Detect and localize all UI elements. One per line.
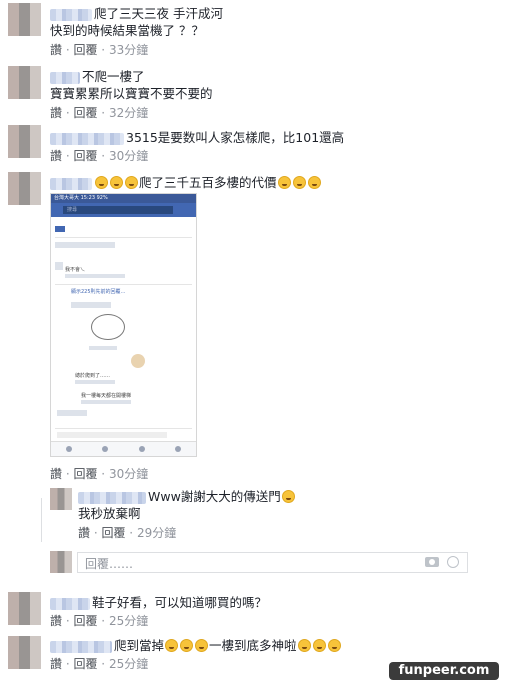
reply-link[interactable]: 回覆	[101, 526, 125, 540]
comment-meta: 讚 · 回覆 · 32分鐘	[50, 106, 149, 120]
blurred-name[interactable]	[50, 177, 92, 190]
watermark: funpeer.com	[389, 662, 499, 680]
blurred-name[interactable]	[50, 640, 112, 653]
avatar[interactable]	[8, 592, 41, 625]
photo-text: 顯示225則先前的回覆…	[71, 289, 126, 295]
avatar[interactable]	[8, 125, 41, 158]
comment-text-2: 寶寶累累所以寶寶不要不要的	[50, 86, 213, 101]
phone-tab-bar	[51, 441, 196, 456]
phone-nav-bar: 搜尋	[51, 203, 196, 217]
timestamp[interactable]: 25分鐘	[109, 614, 148, 628]
timestamp[interactable]: 33分鐘	[109, 43, 148, 57]
laughing-emoji-icon	[277, 176, 291, 189]
blurred-name[interactable]	[50, 71, 80, 84]
photo-blur	[71, 302, 111, 308]
photo-meta	[75, 380, 115, 384]
comment-meta: 讚 · 回覆 · 25分鐘	[50, 614, 149, 628]
crying-emoji-icon	[125, 176, 138, 189]
avatar[interactable]	[8, 66, 41, 99]
crying-emoji-icon	[110, 176, 123, 189]
laughing-emoji-icon	[307, 176, 321, 189]
blurred-name[interactable]	[78, 491, 146, 504]
laughing-emoji-icon	[281, 490, 295, 503]
laughing-emoji-icon	[297, 639, 311, 652]
comment-text: 不爬一樓了	[50, 68, 145, 85]
photo-meta	[89, 346, 117, 350]
phone-search: 搜尋	[63, 206, 173, 214]
reply-link[interactable]: 回覆	[73, 467, 97, 481]
smiley-icon[interactable]	[447, 556, 459, 568]
photo-meta	[65, 274, 125, 278]
timestamp[interactable]: 32分鐘	[109, 106, 148, 120]
comment-meta: 讚 · 回覆 · 25分鐘	[50, 657, 149, 671]
like-link[interactable]: 讚	[50, 106, 62, 120]
like-link[interactable]: 讚	[50, 614, 62, 628]
photo-meta	[81, 400, 131, 404]
phone-status-bar: 台灣大哥大 15:23 92%	[51, 194, 196, 203]
sticker	[131, 354, 145, 368]
reply-input[interactable]: 回覆……	[77, 552, 468, 573]
like-link[interactable]: 讚	[78, 526, 90, 540]
timestamp[interactable]: 29分鐘	[137, 526, 176, 540]
attached-photo[interactable]: 台灣大哥大 15:23 92% 搜尋 我不會乀 顯示225則先前的回覆… 總於爬…	[50, 193, 197, 457]
comment-meta: 讚 · 回覆 · 30分鐘	[50, 149, 149, 163]
avatar[interactable]	[8, 3, 41, 36]
reaction-row	[55, 242, 115, 248]
reply-link[interactable]: 回覆	[73, 43, 97, 57]
photo-text: 我一樓每天都在開樓梯	[81, 393, 132, 399]
comment-meta: 讚 · 回覆 · 30分鐘	[50, 467, 149, 481]
reply-meta: 讚 · 回覆 · 29分鐘	[78, 526, 177, 540]
like-link[interactable]: 讚	[50, 657, 62, 671]
comment-text-2: 快到的時候結果當機了 ？？	[50, 23, 204, 38]
timestamp[interactable]: 25分鐘	[109, 657, 148, 671]
comment-text: 爬到當掉 一樓到底多神啦	[50, 637, 342, 654]
reply-link[interactable]: 回覆	[73, 657, 97, 671]
laughing-emoji-icon	[292, 176, 306, 189]
comment-text: 3515是要数叫人家怎樣爬，比101還高	[50, 129, 344, 146]
avatar	[50, 551, 72, 573]
avatar[interactable]	[8, 172, 41, 205]
comment-text: 鞋子好看，可以知道哪買的嗎？	[50, 594, 267, 611]
drawn-circle	[91, 314, 125, 340]
photo-blur	[57, 410, 87, 416]
blurred-name[interactable]	[50, 132, 124, 145]
reply-placeholder: 回覆……	[85, 557, 134, 571]
tired-emoji-icon	[180, 639, 194, 652]
laughing-emoji-icon	[327, 639, 341, 652]
blurred-name[interactable]	[50, 8, 92, 21]
avatar[interactable]	[50, 488, 72, 510]
timestamp[interactable]: 30分鐘	[109, 467, 148, 481]
tired-emoji-icon	[195, 639, 209, 652]
reply-link[interactable]: 回覆	[73, 106, 97, 120]
reply-link[interactable]: 回覆	[73, 149, 97, 163]
reply-link[interactable]: 回覆	[73, 614, 97, 628]
avatar	[55, 262, 63, 270]
photo-text: 總於爬到了……	[75, 373, 111, 379]
thumb-icon	[55, 226, 65, 232]
like-link[interactable]: 讚	[50, 149, 62, 163]
comment-meta: 讚 · 回覆 · 33分鐘	[50, 43, 149, 57]
timestamp[interactable]: 30分鐘	[109, 149, 148, 163]
tired-emoji-icon	[165, 639, 179, 652]
reply-text: Www謝謝大大的傳送門	[78, 488, 296, 505]
like-link[interactable]: 讚	[50, 43, 62, 57]
avatar[interactable]	[8, 636, 41, 669]
crying-emoji-icon	[95, 176, 108, 189]
comment-text: 爬了三千五百多樓的代價	[50, 174, 322, 191]
photo-text: 我不會乀	[65, 267, 86, 273]
like-link[interactable]: 讚	[50, 467, 62, 481]
reply-text-2: 我秒放棄啊	[78, 506, 141, 521]
comment-text: 爬了三天三夜 手汗成河	[50, 5, 223, 22]
blurred-name[interactable]	[50, 597, 90, 610]
reply-thread-line	[41, 498, 42, 542]
photo-reply-box	[57, 432, 167, 438]
laughing-emoji-icon	[312, 639, 326, 652]
camera-icon[interactable]	[425, 557, 439, 567]
